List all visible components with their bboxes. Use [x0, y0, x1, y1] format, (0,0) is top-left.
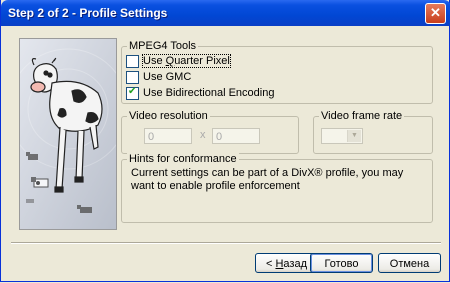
frame-rate-select[interactable]: ▼ [321, 128, 363, 144]
video-frame-rate-legend: Video frame rate [319, 110, 405, 122]
quarter-pixel-label[interactable]: Use Quarter Pixel [142, 54, 231, 68]
video-resolution-group: Video resolution 0 x 0 [121, 110, 299, 154]
quarter-pixel-checkbox[interactable] [126, 55, 139, 68]
video-resolution-legend: Video resolution [127, 110, 210, 122]
cow-graphic [20, 39, 116, 229]
resolution-height-input[interactable]: 0 [212, 128, 260, 144]
close-icon: ✕ [430, 5, 441, 20]
title-bar[interactable]: Step 2 of 2 - Profile Settings ✕ [1, 0, 450, 26]
cancel-button[interactable]: Отмена [378, 253, 441, 273]
cow-illustration [19, 38, 117, 230]
mpeg4-tools-group: MPEG4 Tools Use Quarter Pixel Use GMC Us… [121, 40, 433, 104]
gmc-checkbox[interactable] [126, 71, 139, 84]
bidirectional-label[interactable]: Use Bidirectional Encoding [143, 87, 274, 99]
close-button[interactable]: ✕ [425, 3, 446, 24]
hints-legend: Hints for conformance [127, 153, 239, 165]
back-button[interactable]: < Назад [255, 253, 318, 273]
button-separator [11, 242, 441, 244]
mpeg4-tools-legend: MPEG4 Tools [127, 40, 199, 52]
chevron-down-icon[interactable]: ▼ [347, 130, 361, 142]
bidirectional-checkbox[interactable] [126, 86, 139, 100]
resolution-width-input[interactable]: 0 [144, 128, 192, 144]
resolution-separator: x [200, 129, 206, 141]
hints-group: Hints for conformance Current settings c… [121, 153, 433, 223]
video-frame-rate-group: Video frame rate ▼ [313, 110, 433, 154]
gmc-label[interactable]: Use GMC [143, 71, 191, 83]
window-title: Step 2 of 2 - Profile Settings [8, 6, 168, 20]
dialog-window: Step 2 of 2 - Profile Settings ✕ MPEG4 T… [0, 0, 450, 282]
finish-button[interactable]: Готово [310, 253, 373, 273]
hints-text: Current settings can be part of a DivX® … [131, 167, 404, 192]
